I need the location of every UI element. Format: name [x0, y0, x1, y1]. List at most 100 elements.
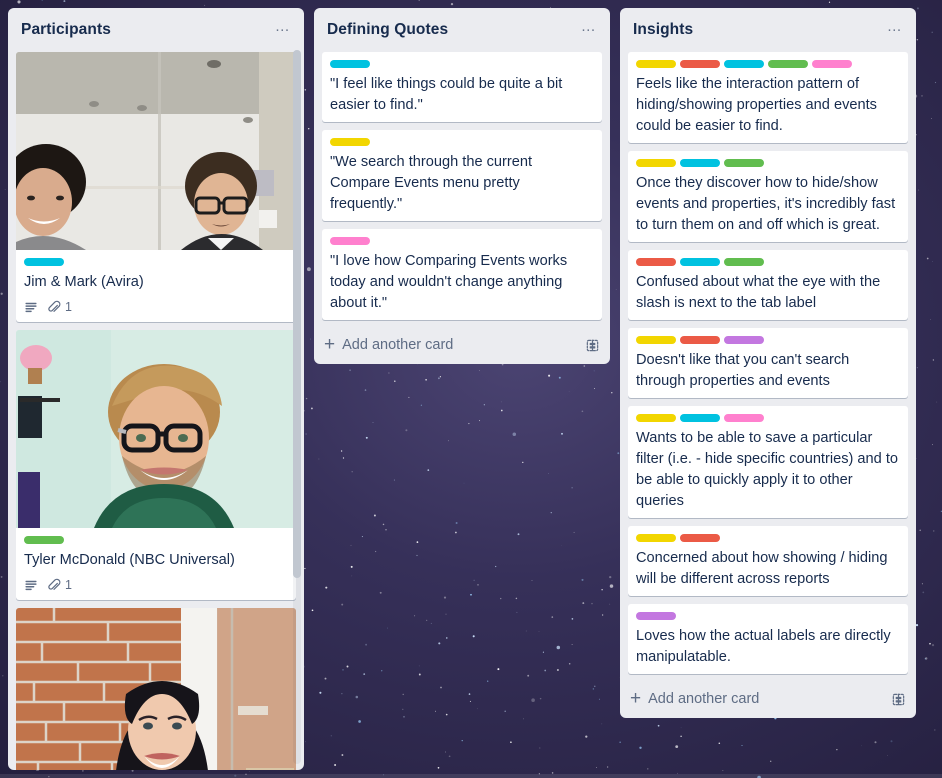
card-labels: [636, 414, 900, 422]
label-yellow[interactable]: [636, 159, 676, 167]
card-labels: [330, 237, 594, 245]
card-body: Tyler McDonald (NBC Universal) 1: [16, 528, 296, 600]
card-cover-image: [16, 330, 296, 528]
label-pink[interactable]: [330, 237, 370, 245]
card-title: "I feel like things could be quite a bit…: [330, 76, 563, 113]
label-green[interactable]: [724, 159, 764, 167]
card-badges: 1: [24, 578, 288, 594]
list-menu-button[interactable]: …: [882, 19, 908, 41]
card[interactable]: "I feel like things could be quite a bit…: [322, 52, 602, 122]
card[interactable]: Tyler McDonald (NBC Universal) 1: [16, 330, 296, 600]
card-title: Concerned about how showing / hiding wil…: [636, 550, 888, 587]
board-lists: Participants… Jim & Mark (Avira) 1 Tyler Mc…: [0, 0, 942, 778]
list-menu-button[interactable]: …: [576, 19, 602, 41]
attachment-badge: 1: [47, 300, 72, 314]
card-list[interactable]: "I feel like things could be quite a bit…: [314, 52, 610, 328]
card[interactable]: Loves how the actual labels are directly…: [628, 604, 908, 674]
label-yellow[interactable]: [636, 414, 676, 422]
card-template-icon[interactable]: [585, 338, 600, 353]
label-purple[interactable]: [724, 336, 764, 344]
card-labels: [24, 258, 288, 266]
description-badge: [24, 578, 38, 592]
card-body: Feels like the interaction pattern of hi…: [628, 52, 908, 143]
label-yellow[interactable]: [636, 534, 676, 542]
attachment-count: 1: [65, 578, 72, 592]
label-pink[interactable]: [724, 414, 764, 422]
label-sky[interactable]: [724, 60, 764, 68]
list-title[interactable]: Insights: [633, 20, 693, 40]
card-body: Concerned about how showing / hiding wil…: [628, 526, 908, 596]
card-title: Confused about what the eye with the sla…: [636, 274, 881, 311]
label-red[interactable]: [680, 534, 720, 542]
list-participants: Participants… Jim & Mark (Avira) 1 Tyler Mc…: [8, 8, 304, 770]
list-insights: Insights … Feels like the interaction patt…: [620, 8, 916, 718]
card-template-icon[interactable]: [891, 692, 906, 707]
card[interactable]: Confused about what the eye with the sla…: [628, 250, 908, 320]
card-body: "I love how Comparing Events works today…: [322, 229, 602, 320]
card-body: Wants to be able to save a particular fi…: [628, 406, 908, 518]
label-sky[interactable]: [24, 258, 64, 266]
card-labels: [24, 536, 288, 544]
list-title[interactable]: Participants: [21, 20, 111, 40]
plus-icon: +: [324, 334, 336, 355]
label-green[interactable]: [768, 60, 808, 68]
description-badge: [24, 300, 38, 314]
card-labels: [636, 60, 900, 68]
label-sky[interactable]: [330, 60, 370, 68]
label-red[interactable]: [680, 336, 720, 344]
card-labels: [636, 258, 900, 266]
card-title: Once they discover how to hide/show even…: [636, 175, 896, 233]
scrollbar-thumb[interactable]: [293, 50, 301, 579]
add-another-card-button[interactable]: + Add another card: [314, 328, 610, 364]
card[interactable]: Once they discover how to hide/show even…: [628, 151, 908, 242]
list-vertical-scrollbar[interactable]: [293, 50, 301, 764]
list-header: Defining Quotes …: [314, 8, 610, 52]
label-sky[interactable]: [680, 414, 720, 422]
label-yellow[interactable]: [330, 138, 370, 146]
card-labels: [636, 612, 900, 620]
list-title[interactable]: Defining Quotes: [327, 20, 448, 40]
card-body: "I feel like things could be quite a bit…: [322, 52, 602, 122]
label-green[interactable]: [724, 258, 764, 266]
card[interactable]: Doesn't like that you can't search throu…: [628, 328, 908, 398]
card[interactable]: Concerned about how showing / hiding wil…: [628, 526, 908, 596]
card[interactable]: [16, 608, 296, 770]
label-red[interactable]: [636, 258, 676, 266]
card[interactable]: "We search through the current Compare E…: [322, 130, 602, 221]
label-sky[interactable]: [680, 159, 720, 167]
card-body: "We search through the current Compare E…: [322, 130, 602, 221]
card-body: Once they discover how to hide/show even…: [628, 151, 908, 242]
list-header: Participants …: [8, 8, 304, 52]
label-yellow[interactable]: [636, 60, 676, 68]
label-green[interactable]: [24, 536, 64, 544]
card-title: Wants to be able to save a particular fi…: [636, 430, 898, 509]
list-defining-quotes: Defining Quotes … "I feel like things coul…: [314, 8, 610, 364]
card-list[interactable]: Jim & Mark (Avira) 1 Tyler McDonald (NBC U…: [8, 52, 304, 770]
card-title: "I love how Comparing Events works today…: [330, 253, 568, 311]
label-sky[interactable]: [680, 258, 720, 266]
label-yellow[interactable]: [636, 336, 676, 344]
card-labels: [636, 159, 900, 167]
card-body: Doesn't like that you can't search throu…: [628, 328, 908, 398]
card-list[interactable]: Feels like the interaction pattern of hi…: [620, 52, 916, 682]
add-another-card-button[interactable]: + Add another card: [620, 682, 916, 718]
card-title: Tyler McDonald (NBC Universal): [24, 552, 235, 568]
card-labels: [330, 60, 594, 68]
card-badges: 1: [24, 300, 288, 316]
card-labels: [636, 336, 900, 344]
list-menu-button[interactable]: …: [270, 19, 296, 41]
label-red[interactable]: [680, 60, 720, 68]
ellipsis-icon: …: [886, 18, 904, 35]
label-pink[interactable]: [812, 60, 852, 68]
card[interactable]: Wants to be able to save a particular fi…: [628, 406, 908, 518]
card-labels: [330, 138, 594, 146]
card[interactable]: Jim & Mark (Avira) 1: [16, 52, 296, 322]
card-title: Doesn't like that you can't search throu…: [636, 352, 850, 389]
board-horizontal-scrollbar[interactable]: [0, 774, 942, 778]
card[interactable]: "I love how Comparing Events works today…: [322, 229, 602, 320]
card[interactable]: Feels like the interaction pattern of hi…: [628, 52, 908, 143]
label-purple[interactable]: [636, 612, 676, 620]
add-card-label: Add another card: [342, 337, 454, 353]
card-title: Jim & Mark (Avira): [24, 274, 144, 290]
card-cover-image: [16, 52, 296, 250]
